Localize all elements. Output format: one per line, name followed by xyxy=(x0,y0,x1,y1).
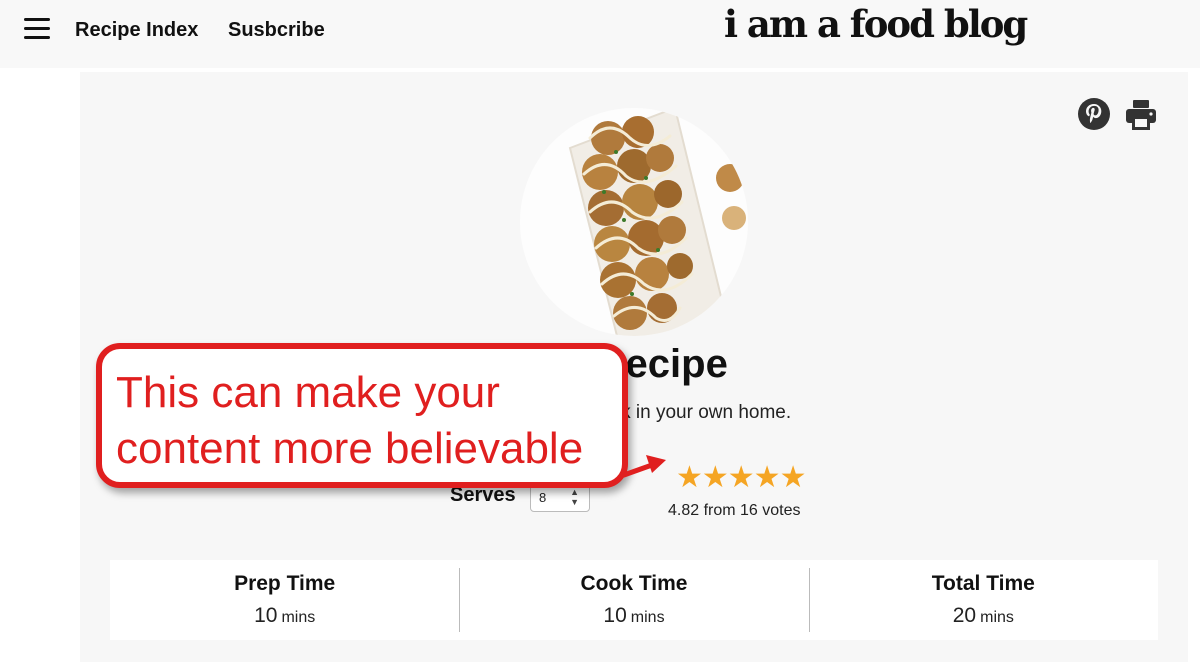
prep-time-value: 10 xyxy=(254,604,278,627)
total-time: Total Time 20 mins xyxy=(808,560,1158,640)
stepper-arrows-icon[interactable]: ▲ ▼ xyxy=(570,487,579,507)
recipe-photo xyxy=(520,108,748,336)
total-time-unit: mins xyxy=(980,609,1014,626)
annotation-line-2: content more believable xyxy=(116,424,584,473)
cook-time-unit: mins xyxy=(630,609,665,626)
cook-time-label: Cook Time xyxy=(580,572,688,595)
callout-arrow-icon xyxy=(622,455,666,478)
print-icon[interactable] xyxy=(1124,98,1158,132)
nav-subscribe[interactable]: Susbcribe xyxy=(228,19,325,42)
hamburger-menu-icon[interactable] xyxy=(24,18,50,40)
cook-time: Cook Time 10 mins xyxy=(459,560,808,640)
prep-time-unit: mins xyxy=(281,609,316,626)
pinterest-icon[interactable] xyxy=(1078,98,1110,130)
prep-time: Prep Time 10 mins xyxy=(110,560,459,640)
star-rating-icon[interactable]: ★★★★★ xyxy=(676,460,806,495)
annotation-callout: This can make your content more believab… xyxy=(96,343,628,488)
recipe-times: Prep Time 10 mins Cook Time 10 mins Total … xyxy=(110,560,1158,640)
total-time-value: 20 xyxy=(952,604,977,627)
annotation-line-1: This can make your xyxy=(116,368,500,417)
prep-time-label: Prep Time xyxy=(234,572,336,595)
servings-value: 8 xyxy=(539,490,547,505)
site-logo[interactable]: i am a food blog xyxy=(724,2,1028,46)
rating-votes: 4.82 from 16 votes xyxy=(668,502,801,519)
site-header: Recipe Index Susbcribe i am a food blog xyxy=(0,0,1200,68)
total-time-label: Total Time xyxy=(931,572,1035,595)
cook-time-value: 10 xyxy=(603,604,627,627)
nav-recipe-index[interactable]: Recipe Index xyxy=(75,19,198,42)
